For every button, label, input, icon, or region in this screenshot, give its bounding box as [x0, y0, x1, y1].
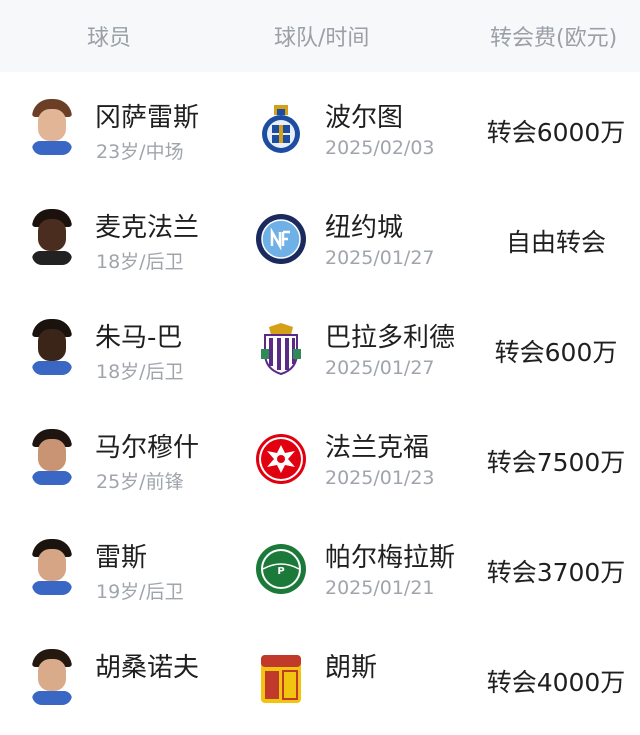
player-avatar [32, 429, 72, 485]
player-info: 18岁/后卫 [96, 251, 184, 273]
player-name: 朱马-巴 [95, 323, 183, 353]
table-header: 球员 球队/时间 转会费(欧元) [0, 0, 640, 72]
player-name: 胡桑诺夫 [95, 653, 200, 683]
transfer-date: 2025/01/27 [325, 357, 435, 379]
transfer-fee: 转会600万 [494, 338, 618, 367]
team-name: 波尔图 [325, 103, 404, 133]
player-info: 25岁/前锋 [96, 471, 184, 493]
table-row[interactable]: 胡桑诺夫 朗斯 转会4000万 [0, 625, 640, 735]
palmeiras-badge-icon: P [256, 544, 306, 594]
table-row[interactable]: 冈萨雷斯 23岁/中场 波尔图 2025/02/03 转会6000万 [0, 75, 640, 185]
player-avatar [32, 99, 72, 155]
transfer-date: 2025/01/21 [325, 577, 435, 599]
player-info: 18岁/后卫 [96, 361, 184, 383]
header-player: 球员 [87, 26, 132, 51]
transfer-fee: 转会4000万 [486, 668, 626, 697]
table-row[interactable]: 麦克法兰 18岁/后卫 纽约城 2025/01/27 自由转会 [0, 185, 640, 295]
porto-badge-icon [262, 105, 300, 153]
team-name: 巴拉多利德 [325, 323, 456, 353]
header-fee: 转会费(欧元) [490, 26, 618, 51]
transfer-date: 2025/01/23 [325, 467, 435, 489]
player-avatar [32, 539, 72, 595]
transfer-fee: 转会7500万 [486, 448, 626, 477]
table-row[interactable]: 雷斯 19岁/后卫 P 帕尔梅拉斯 2025/01/21 转会3700万 [0, 515, 640, 625]
team-name: 朗斯 [325, 653, 378, 683]
transfer-fee: 自由转会 [505, 228, 606, 257]
header-team-time: 球队/时间 [274, 26, 370, 51]
team-name: 纽约城 [325, 213, 404, 243]
transfer-date: 2025/02/03 [325, 137, 435, 159]
player-avatar [32, 649, 72, 705]
player-avatar [32, 209, 72, 265]
team-name: 法兰克福 [325, 433, 430, 463]
valladolid-badge-icon [261, 323, 301, 375]
player-name: 马尔穆什 [95, 433, 200, 463]
transfer-fee: 转会6000万 [486, 118, 626, 147]
player-info: 19岁/后卫 [96, 581, 184, 603]
player-info: 23岁/中场 [96, 141, 184, 163]
table-row[interactable]: 朱马-巴 18岁/后卫 巴拉多利德 2025/01/27 转会600万 [0, 295, 640, 405]
transfer-fee: 转会3700万 [486, 558, 626, 587]
transfer-date: 2025/01/27 [325, 247, 435, 269]
nycfc-badge-icon [256, 214, 306, 264]
table-row[interactable]: 马尔穆什 25岁/前锋 法兰克福 2025/01/23 转会7500万 [0, 405, 640, 515]
player-name: 冈萨雷斯 [95, 103, 200, 133]
lens-badge-icon [261, 655, 301, 703]
svg-text:P: P [277, 566, 284, 577]
player-avatar [32, 319, 72, 375]
frankfurt-badge-icon [256, 434, 306, 484]
player-name: 雷斯 [95, 543, 148, 573]
player-name: 麦克法兰 [95, 213, 200, 243]
team-name: 帕尔梅拉斯 [325, 543, 456, 573]
